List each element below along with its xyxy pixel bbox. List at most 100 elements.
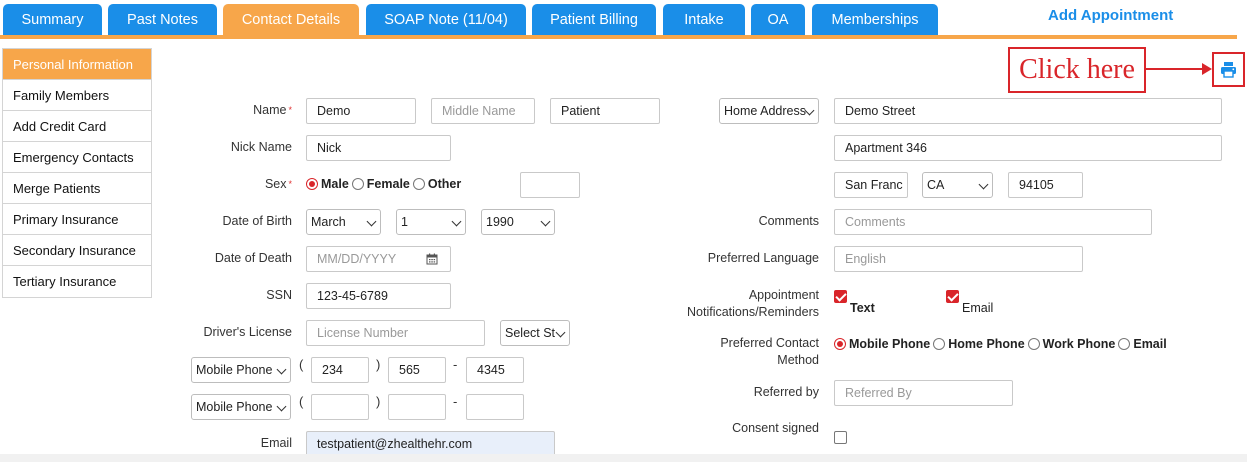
sex-option-label: Female	[366, 177, 410, 191]
notify-email-checkbox[interactable]	[946, 290, 959, 303]
referred-by-label: Referred by	[753, 385, 819, 399]
zip-input[interactable]: 94105	[1008, 172, 1083, 198]
sidebar-item-add-credit-card[interactable]: Add Credit Card	[3, 111, 151, 142]
contact-option-label: Mobile Phone	[849, 337, 931, 351]
sidebar-item-tertiary-insurance[interactable]: Tertiary Insurance	[3, 266, 151, 297]
street-input[interactable]: Demo Street	[834, 98, 1222, 124]
required-mark: *	[288, 179, 292, 189]
contact-radio-home-phone[interactable]	[933, 338, 946, 350]
notify-text-checkbox[interactable]	[834, 290, 847, 303]
middle-name-input[interactable]: Middle Name	[431, 98, 535, 124]
phone2-line-input[interactable]	[466, 394, 524, 420]
contact-method-radio-group: Mobile Phone Home Phone Work Phone Email	[834, 336, 1170, 351]
phone-paren-close: )	[376, 394, 381, 409]
tab-contact-details[interactable]: Contact Details	[223, 4, 359, 35]
consent-signed-checkbox[interactable]	[834, 431, 847, 444]
tab-memberships[interactable]: Memberships	[812, 4, 938, 35]
tab-oa[interactable]: OA	[751, 4, 805, 35]
phone1-area-input[interactable]: 234	[311, 357, 369, 383]
sidebar-item-emergency-contacts[interactable]: Emergency Contacts	[3, 142, 151, 173]
chevron-down-icon	[451, 216, 462, 227]
state-select[interactable]: CA	[922, 172, 993, 198]
contact-option-label: Work Phone	[1042, 337, 1116, 351]
phone-paren-close: )	[376, 357, 381, 372]
phone-paren-open: (	[299, 394, 304, 409]
nick-name-input[interactable]: Nick	[306, 135, 451, 161]
first-name-input[interactable]: Demo	[306, 98, 416, 124]
sidebar-item-secondary-insurance[interactable]: Secondary Insurance	[3, 235, 151, 266]
phone2-type-select[interactable]: Mobile Phone	[191, 394, 291, 420]
preferred-contact-label-line1: Preferred Contact	[720, 336, 819, 350]
nick-name-label: Nick Name	[230, 140, 292, 154]
add-appointment-link[interactable]: Add Appointment	[1048, 7, 1173, 24]
chevron-down-icon	[366, 216, 377, 227]
click-here-callout: Click here	[1008, 47, 1146, 93]
phone1-line-input[interactable]: 4345	[466, 357, 524, 383]
phone-dash: -	[453, 394, 458, 409]
address-line2-input[interactable]: Apartment 346	[834, 135, 1222, 161]
phone1-prefix-input[interactable]: 565	[388, 357, 446, 383]
dod-placeholder: MM/DD/YYYY	[317, 252, 397, 266]
tab-summary[interactable]: Summary	[3, 4, 102, 35]
phone1-type-select[interactable]: Mobile Phone	[191, 357, 291, 383]
dob-year-select[interactable]: 1990	[481, 209, 555, 235]
consent-signed-label: Consent signed	[732, 421, 819, 435]
comments-input[interactable]: Comments	[834, 209, 1152, 235]
drivers-license-label: Driver's License	[203, 325, 292, 339]
sex-radio-female[interactable]	[351, 178, 364, 190]
sex-option-label: Male	[321, 177, 349, 191]
ssn-input[interactable]: 123-45-6789	[306, 283, 451, 309]
preferred-language-input[interactable]: English	[834, 246, 1083, 272]
phone2-prefix-input[interactable]	[388, 394, 446, 420]
preferred-contact-label-line2: Method	[777, 353, 819, 367]
dob-day-select[interactable]: 1	[396, 209, 466, 235]
dod-input[interactable]: MM/DD/YYYY	[306, 246, 451, 272]
tab-soap-note[interactable]: SOAP Note (11/04)	[366, 4, 526, 35]
tab-intake[interactable]: Intake	[663, 4, 745, 35]
tab-patient-billing[interactable]: Patient Billing	[532, 4, 656, 35]
sidebar-item-merge-patients[interactable]: Merge Patients	[3, 173, 151, 204]
preferred-contact-method-label: Preferred Contact Method	[660, 335, 819, 369]
phone2-area-input[interactable]	[311, 394, 369, 420]
sidebar-item-personal-information[interactable]: Personal Information	[3, 49, 151, 80]
callout-arrow	[1146, 68, 1206, 70]
contact-radio-work-phone[interactable]	[1027, 338, 1040, 350]
ssn-label: SSN	[266, 288, 292, 302]
sidebar-item-primary-insurance[interactable]: Primary Insurance	[3, 204, 151, 235]
sidebar-nav: Personal Information Family Members Add …	[2, 48, 152, 298]
address-type-select[interactable]: Home Address	[719, 98, 819, 124]
appointment-notifications-label-line2: Notifications/Reminders	[687, 305, 819, 319]
calendar-icon[interactable]	[426, 253, 438, 265]
comments-label: Comments	[758, 214, 819, 228]
last-name-input[interactable]: Patient	[550, 98, 660, 124]
sex-other-input[interactable]	[520, 172, 580, 198]
sex-radio-male[interactable]	[306, 178, 318, 190]
city-input[interactable]: San Franc	[834, 172, 908, 198]
callout-arrow-head	[1202, 63, 1212, 75]
contact-radio-mobile-phone[interactable]	[834, 338, 846, 350]
email-label: Email	[260, 436, 292, 450]
bottom-edge	[0, 454, 1247, 462]
dod-label: Date of Death	[214, 251, 292, 265]
license-state-select[interactable]: Select St	[500, 320, 570, 346]
sex-label: Sex *	[264, 177, 292, 191]
contact-radio-email[interactable]	[1118, 338, 1131, 350]
dob-month-select[interactable]: March	[306, 209, 381, 235]
tab-past-notes[interactable]: Past Notes	[108, 4, 217, 35]
sex-radio-other[interactable]	[412, 178, 425, 190]
print-button[interactable]	[1212, 52, 1245, 87]
preferred-language-label: Preferred Language	[707, 251, 819, 265]
contact-option-label: Home Phone	[948, 337, 1025, 351]
license-number-input[interactable]: License Number	[306, 320, 485, 346]
chevron-down-icon	[978, 179, 989, 190]
notify-text-label: Text	[850, 301, 875, 315]
sidebar-item-family-members[interactable]: Family Members	[3, 80, 151, 111]
contact-option-label: Email	[1133, 337, 1167, 351]
phone-dash: -	[453, 357, 458, 372]
tab-underline	[0, 35, 1237, 39]
notify-email-label: Email	[962, 301, 994, 315]
referred-by-input[interactable]: Referred By	[834, 380, 1013, 406]
required-mark: *	[288, 105, 292, 115]
sex-option-label: Other	[427, 177, 462, 191]
appointment-notifications-label: Appointment Notifications/Reminders	[660, 287, 819, 321]
